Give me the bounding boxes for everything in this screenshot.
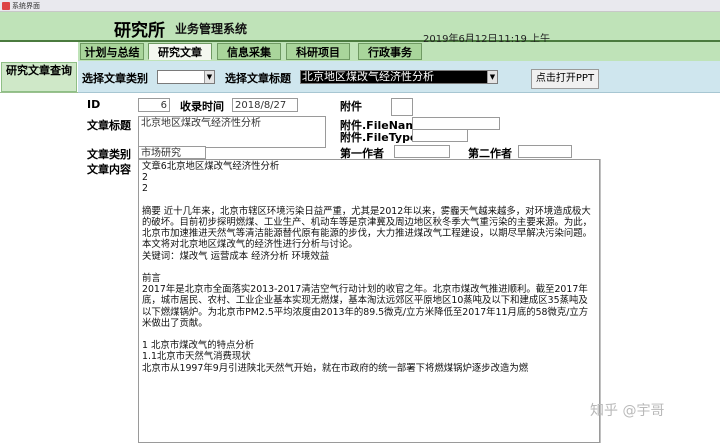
title-filter-label: 选择文章标题 bbox=[225, 72, 291, 85]
watermark: 知乎 @宇哥 bbox=[590, 403, 665, 419]
content-line bbox=[142, 262, 596, 273]
content-line bbox=[142, 329, 596, 340]
window-title: 系统界面 bbox=[12, 2, 40, 10]
content-line: 2 bbox=[142, 172, 148, 184]
received-time-field[interactable]: 2018/8/27 bbox=[232, 98, 298, 112]
brand-name: 研究所 bbox=[114, 21, 165, 41]
sidebar-divider bbox=[0, 92, 78, 93]
app-subtitle: 业务管理系统 bbox=[175, 22, 248, 36]
tab-plan-summary[interactable]: 计划与总结 bbox=[80, 43, 144, 60]
content-line bbox=[142, 195, 596, 206]
article-category-field[interactable]: 市场研究 bbox=[138, 146, 206, 159]
attachment-label: 附件 bbox=[340, 100, 362, 113]
window-title-bar: 系统界面 bbox=[0, 0, 720, 12]
content-line: 文章6北京地区煤改气经济性分析 bbox=[142, 161, 280, 172]
content-line: 1.1北京市天然气消费现状 bbox=[142, 351, 251, 363]
category-filter-label: 选择文章类别 bbox=[82, 72, 148, 85]
attachment-filetype-label: 附件.FileType bbox=[340, 131, 418, 144]
content-line: 北京市从1997年9月引进陕北天然气开始，就在市政府的统一部署下将燃煤锅炉逐步改… bbox=[142, 362, 529, 374]
received-time-label: 收录时间 bbox=[180, 100, 224, 113]
article-category-label: 文章类别 bbox=[87, 148, 131, 161]
article-query-button[interactable]: 研究文章查询 bbox=[1, 62, 77, 92]
attachment-field[interactable] bbox=[391, 98, 413, 116]
attachment-filetype-field[interactable] bbox=[412, 129, 468, 142]
main-nav: 计划与总结 研究文章 信息采集 科研项目 行政事务 bbox=[78, 42, 720, 61]
article-title-field[interactable]: 北京地区煤改气经济性分析 bbox=[138, 116, 326, 148]
category-select[interactable]: ▼ bbox=[157, 70, 215, 84]
app-icon bbox=[2, 2, 10, 10]
tab-research-projects[interactable]: 科研项目 bbox=[286, 43, 350, 60]
content-line: 2017年是北京市全面落实2013-2017清洁空气行动计划的收官之年。北京市煤… bbox=[142, 284, 589, 329]
article-title-label: 文章标题 bbox=[87, 119, 131, 132]
first-author-field[interactable] bbox=[394, 145, 450, 158]
title-select-value: 北京地区煤改气经济性分析 bbox=[302, 70, 434, 83]
title-select[interactable]: 北京地区煤改气经济性分析 ▼ bbox=[300, 70, 498, 84]
article-content-textarea[interactable]: 文章6北京地区煤改气经济性分析 2 2 摘要 近十几年来，北京市辖区环境污染日益… bbox=[138, 159, 600, 443]
chevron-down-icon[interactable]: ▼ bbox=[204, 71, 214, 83]
tab-admin-affairs[interactable]: 行政事务 bbox=[358, 43, 422, 60]
content-line: 摘要 近十几年来，北京市辖区环境污染日益严重，尤其是2012年以来，雾霾天气越来… bbox=[142, 205, 593, 251]
content-line: 1 北京市煤改气的特点分析 bbox=[142, 340, 255, 352]
tab-research-articles[interactable]: 研究文章 bbox=[148, 43, 212, 60]
open-ppt-button[interactable]: 点击打开PPT bbox=[531, 69, 599, 89]
content-line: 2 bbox=[142, 183, 148, 195]
app-header: 研究所 业务管理系统 2019年6月12日 11:19 上午 bbox=[0, 12, 720, 45]
filter-bar: 选择文章类别 ▼ 选择文章标题 北京地区煤改气经济性分析 ▼ 点击打开PPT bbox=[78, 61, 720, 93]
article-content-label: 文章内容 bbox=[87, 163, 131, 176]
second-author-field[interactable] bbox=[518, 145, 572, 158]
chevron-down-icon[interactable]: ▼ bbox=[487, 71, 497, 83]
id-label: ID bbox=[87, 98, 101, 111]
content-line: 关键词：煤改气 运营成本 经济分析 环境效益 bbox=[142, 250, 330, 262]
tab-info-collection[interactable]: 信息采集 bbox=[217, 43, 281, 60]
id-field[interactable]: 6 bbox=[138, 98, 170, 112]
content-line: 前言 bbox=[142, 273, 161, 284]
